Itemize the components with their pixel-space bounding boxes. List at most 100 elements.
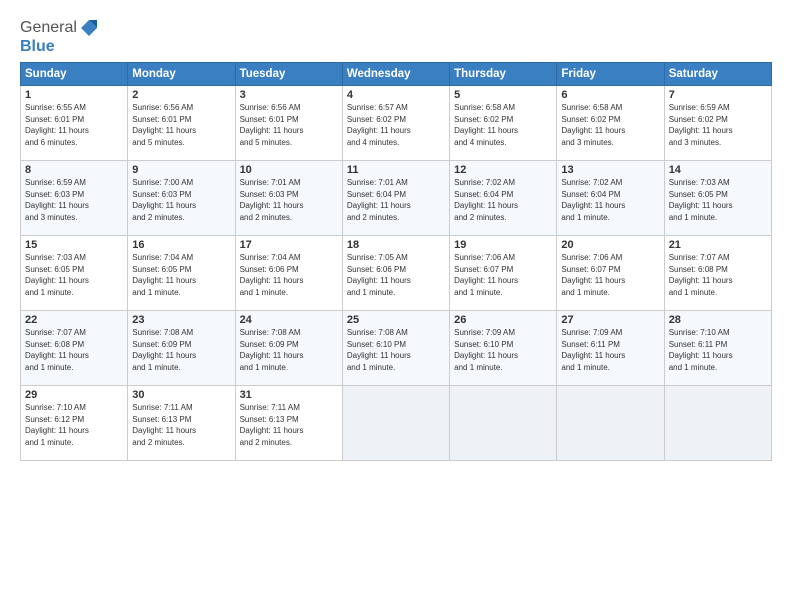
col-header-sunday: Sunday bbox=[21, 63, 128, 86]
col-header-monday: Monday bbox=[128, 63, 235, 86]
day-number: 11 bbox=[347, 164, 445, 176]
calendar-cell: 14Sunrise: 7:03 AM Sunset: 6:05 PM Dayli… bbox=[664, 161, 771, 236]
day-info: Sunrise: 6:56 AM Sunset: 6:01 PM Dayligh… bbox=[240, 102, 338, 148]
calendar-cell: 27Sunrise: 7:09 AM Sunset: 6:11 PM Dayli… bbox=[557, 311, 664, 386]
logo-icon bbox=[79, 18, 99, 38]
calendar-cell: 6Sunrise: 6:58 AM Sunset: 6:02 PM Daylig… bbox=[557, 86, 664, 161]
calendar-cell: 8Sunrise: 6:59 AM Sunset: 6:03 PM Daylig… bbox=[21, 161, 128, 236]
calendar-cell bbox=[450, 386, 557, 461]
day-number: 16 bbox=[132, 239, 230, 251]
day-info: Sunrise: 7:09 AM Sunset: 6:10 PM Dayligh… bbox=[454, 327, 552, 373]
day-info: Sunrise: 7:08 AM Sunset: 6:10 PM Dayligh… bbox=[347, 327, 445, 373]
day-info: Sunrise: 7:01 AM Sunset: 6:03 PM Dayligh… bbox=[240, 177, 338, 223]
day-number: 5 bbox=[454, 89, 552, 101]
calendar-cell: 24Sunrise: 7:08 AM Sunset: 6:09 PM Dayli… bbox=[235, 311, 342, 386]
calendar-cell: 5Sunrise: 6:58 AM Sunset: 6:02 PM Daylig… bbox=[450, 86, 557, 161]
day-info: Sunrise: 6:59 AM Sunset: 6:03 PM Dayligh… bbox=[25, 177, 123, 223]
logo: General Blue bbox=[20, 18, 99, 56]
calendar-cell: 12Sunrise: 7:02 AM Sunset: 6:04 PM Dayli… bbox=[450, 161, 557, 236]
day-info: Sunrise: 6:58 AM Sunset: 6:02 PM Dayligh… bbox=[561, 102, 659, 148]
day-number: 8 bbox=[25, 164, 123, 176]
day-info: Sunrise: 7:11 AM Sunset: 6:13 PM Dayligh… bbox=[240, 402, 338, 448]
day-number: 10 bbox=[240, 164, 338, 176]
day-info: Sunrise: 7:07 AM Sunset: 6:08 PM Dayligh… bbox=[669, 252, 767, 298]
logo-blue: Blue bbox=[20, 38, 55, 55]
day-number: 29 bbox=[25, 389, 123, 401]
day-info: Sunrise: 6:55 AM Sunset: 6:01 PM Dayligh… bbox=[25, 102, 123, 148]
day-info: Sunrise: 7:07 AM Sunset: 6:08 PM Dayligh… bbox=[25, 327, 123, 373]
day-number: 1 bbox=[25, 89, 123, 101]
day-number: 30 bbox=[132, 389, 230, 401]
day-info: Sunrise: 7:10 AM Sunset: 6:11 PM Dayligh… bbox=[669, 327, 767, 373]
calendar-cell: 17Sunrise: 7:04 AM Sunset: 6:06 PM Dayli… bbox=[235, 236, 342, 311]
day-number: 20 bbox=[561, 239, 659, 251]
day-number: 31 bbox=[240, 389, 338, 401]
column-headers: SundayMondayTuesdayWednesdayThursdayFrid… bbox=[21, 63, 772, 86]
day-number: 12 bbox=[454, 164, 552, 176]
day-info: Sunrise: 7:03 AM Sunset: 6:05 PM Dayligh… bbox=[25, 252, 123, 298]
day-number: 3 bbox=[240, 89, 338, 101]
calendar-cell: 31Sunrise: 7:11 AM Sunset: 6:13 PM Dayli… bbox=[235, 386, 342, 461]
calendar-cell: 25Sunrise: 7:08 AM Sunset: 6:10 PM Dayli… bbox=[342, 311, 449, 386]
calendar-cell bbox=[342, 386, 449, 461]
col-header-saturday: Saturday bbox=[664, 63, 771, 86]
logo-general: General bbox=[20, 19, 77, 37]
calendar-cell: 11Sunrise: 7:01 AM Sunset: 6:04 PM Dayli… bbox=[342, 161, 449, 236]
calendar-cell: 20Sunrise: 7:06 AM Sunset: 6:07 PM Dayli… bbox=[557, 236, 664, 311]
calendar-cell: 18Sunrise: 7:05 AM Sunset: 6:06 PM Dayli… bbox=[342, 236, 449, 311]
day-info: Sunrise: 6:56 AM Sunset: 6:01 PM Dayligh… bbox=[132, 102, 230, 148]
calendar-cell: 22Sunrise: 7:07 AM Sunset: 6:08 PM Dayli… bbox=[21, 311, 128, 386]
day-info: Sunrise: 7:08 AM Sunset: 6:09 PM Dayligh… bbox=[240, 327, 338, 373]
day-info: Sunrise: 7:08 AM Sunset: 6:09 PM Dayligh… bbox=[132, 327, 230, 373]
calendar-cell bbox=[664, 386, 771, 461]
day-number: 27 bbox=[561, 314, 659, 326]
day-number: 18 bbox=[347, 239, 445, 251]
calendar-body: 1Sunrise: 6:55 AM Sunset: 6:01 PM Daylig… bbox=[21, 86, 772, 461]
day-info: Sunrise: 7:02 AM Sunset: 6:04 PM Dayligh… bbox=[561, 177, 659, 223]
day-info: Sunrise: 7:04 AM Sunset: 6:06 PM Dayligh… bbox=[240, 252, 338, 298]
calendar-cell: 4Sunrise: 6:57 AM Sunset: 6:02 PM Daylig… bbox=[342, 86, 449, 161]
calendar-cell: 1Sunrise: 6:55 AM Sunset: 6:01 PM Daylig… bbox=[21, 86, 128, 161]
calendar-cell: 30Sunrise: 7:11 AM Sunset: 6:13 PM Dayli… bbox=[128, 386, 235, 461]
calendar-table: SundayMondayTuesdayWednesdayThursdayFrid… bbox=[20, 62, 772, 461]
week-row-5: 29Sunrise: 7:10 AM Sunset: 6:12 PM Dayli… bbox=[21, 386, 772, 461]
day-info: Sunrise: 7:02 AM Sunset: 6:04 PM Dayligh… bbox=[454, 177, 552, 223]
calendar-cell: 7Sunrise: 6:59 AM Sunset: 6:02 PM Daylig… bbox=[664, 86, 771, 161]
header: General Blue bbox=[20, 18, 772, 56]
day-number: 28 bbox=[669, 314, 767, 326]
week-row-2: 8Sunrise: 6:59 AM Sunset: 6:03 PM Daylig… bbox=[21, 161, 772, 236]
col-header-friday: Friday bbox=[557, 63, 664, 86]
week-row-4: 22Sunrise: 7:07 AM Sunset: 6:08 PM Dayli… bbox=[21, 311, 772, 386]
day-number: 17 bbox=[240, 239, 338, 251]
calendar-cell: 13Sunrise: 7:02 AM Sunset: 6:04 PM Dayli… bbox=[557, 161, 664, 236]
calendar-cell: 9Sunrise: 7:00 AM Sunset: 6:03 PM Daylig… bbox=[128, 161, 235, 236]
day-info: Sunrise: 6:59 AM Sunset: 6:02 PM Dayligh… bbox=[669, 102, 767, 148]
col-header-wednesday: Wednesday bbox=[342, 63, 449, 86]
day-info: Sunrise: 7:10 AM Sunset: 6:12 PM Dayligh… bbox=[25, 402, 123, 448]
calendar-cell bbox=[557, 386, 664, 461]
day-number: 14 bbox=[669, 164, 767, 176]
day-number: 26 bbox=[454, 314, 552, 326]
calendar-cell: 10Sunrise: 7:01 AM Sunset: 6:03 PM Dayli… bbox=[235, 161, 342, 236]
day-number: 4 bbox=[347, 89, 445, 101]
week-row-1: 1Sunrise: 6:55 AM Sunset: 6:01 PM Daylig… bbox=[21, 86, 772, 161]
day-info: Sunrise: 7:00 AM Sunset: 6:03 PM Dayligh… bbox=[132, 177, 230, 223]
calendar-page: General Blue SundayMondayTuesdayWednesda… bbox=[0, 0, 792, 471]
col-header-thursday: Thursday bbox=[450, 63, 557, 86]
day-info: Sunrise: 7:01 AM Sunset: 6:04 PM Dayligh… bbox=[347, 177, 445, 223]
day-info: Sunrise: 7:04 AM Sunset: 6:05 PM Dayligh… bbox=[132, 252, 230, 298]
calendar-cell: 2Sunrise: 6:56 AM Sunset: 6:01 PM Daylig… bbox=[128, 86, 235, 161]
day-number: 25 bbox=[347, 314, 445, 326]
calendar-cell: 15Sunrise: 7:03 AM Sunset: 6:05 PM Dayli… bbox=[21, 236, 128, 311]
week-row-3: 15Sunrise: 7:03 AM Sunset: 6:05 PM Dayli… bbox=[21, 236, 772, 311]
day-info: Sunrise: 7:09 AM Sunset: 6:11 PM Dayligh… bbox=[561, 327, 659, 373]
day-info: Sunrise: 7:05 AM Sunset: 6:06 PM Dayligh… bbox=[347, 252, 445, 298]
day-info: Sunrise: 6:57 AM Sunset: 6:02 PM Dayligh… bbox=[347, 102, 445, 148]
calendar-cell: 29Sunrise: 7:10 AM Sunset: 6:12 PM Dayli… bbox=[21, 386, 128, 461]
calendar-cell: 19Sunrise: 7:06 AM Sunset: 6:07 PM Dayli… bbox=[450, 236, 557, 311]
day-number: 22 bbox=[25, 314, 123, 326]
day-number: 13 bbox=[561, 164, 659, 176]
day-number: 21 bbox=[669, 239, 767, 251]
calendar-cell: 21Sunrise: 7:07 AM Sunset: 6:08 PM Dayli… bbox=[664, 236, 771, 311]
day-number: 6 bbox=[561, 89, 659, 101]
